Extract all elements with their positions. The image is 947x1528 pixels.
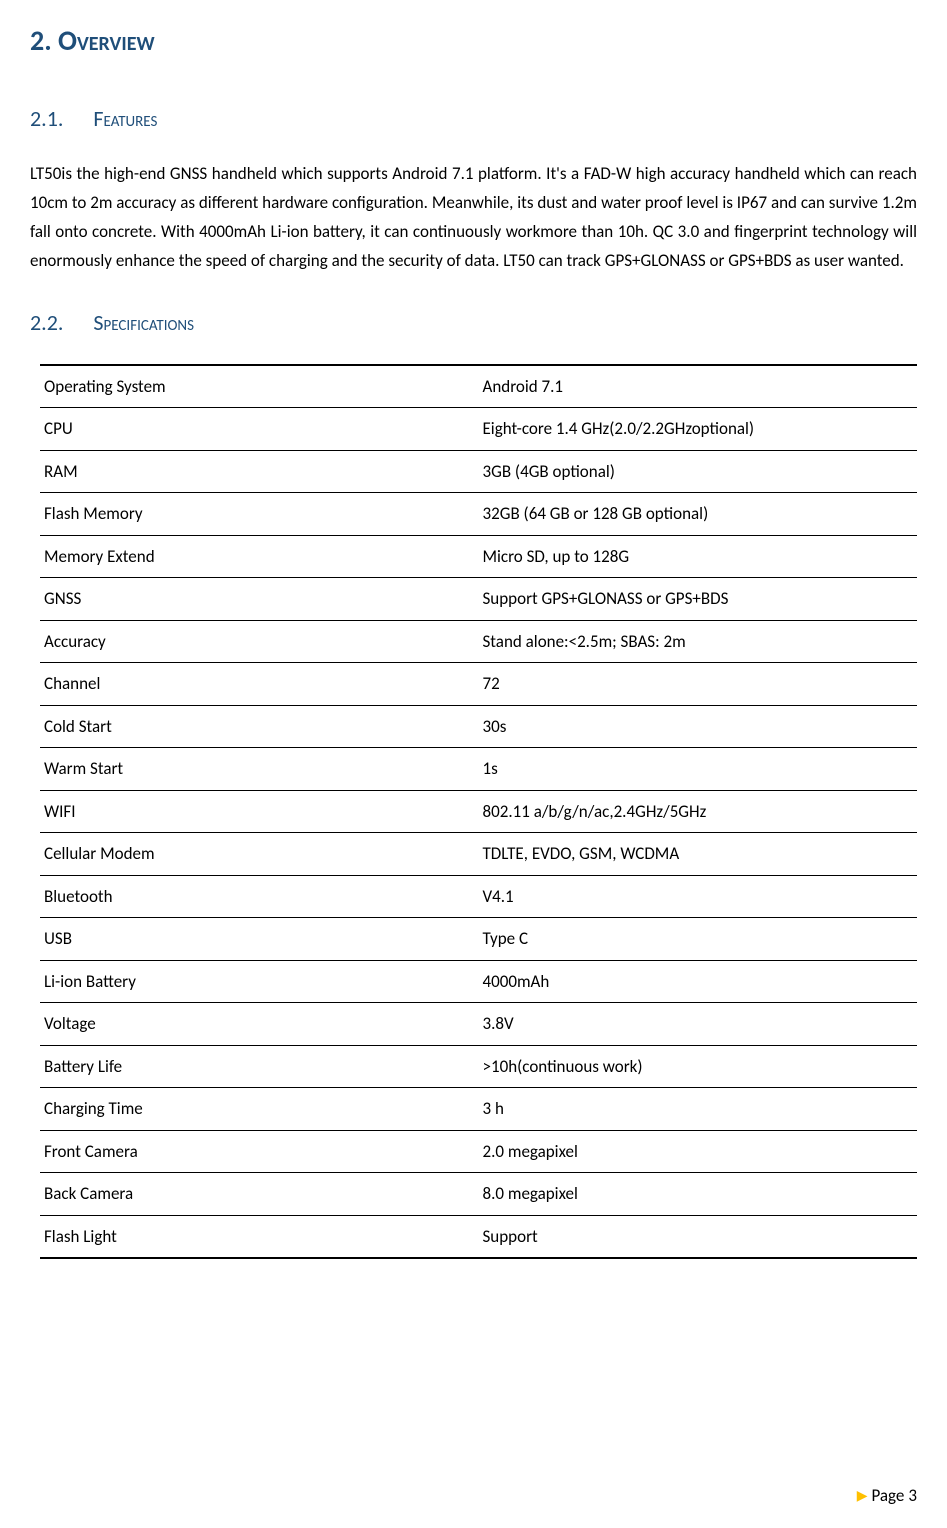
- table-row: Back Camera8.0 megapixel: [40, 1173, 917, 1216]
- spec-key: Flash Light: [40, 1215, 479, 1258]
- page-label: Page: [871, 1483, 904, 1509]
- spec-key: USB: [40, 918, 479, 961]
- spec-key: Charging Time: [40, 1088, 479, 1131]
- spec-value: 30s: [479, 705, 918, 748]
- spec-value: TDLTE, EVDO, GSM, WCDMA: [479, 833, 918, 876]
- table-row: GNSSSupport GPS+GLONASS or GPS+BDS: [40, 578, 917, 621]
- spec-key: Voltage: [40, 1003, 479, 1046]
- heading-level-2-specifications: 2.2. Specifications: [30, 306, 917, 339]
- heading-number: 2.: [30, 23, 52, 58]
- spec-value: Type C: [479, 918, 918, 961]
- table-row: Warm Start1s: [40, 748, 917, 791]
- spec-key: CPU: [40, 408, 479, 451]
- spec-value: 3.8V: [479, 1003, 918, 1046]
- table-row: Memory ExtendMicro SD, up to 128G: [40, 535, 917, 578]
- table-row: Battery Life>10h(continuous work): [40, 1045, 917, 1088]
- table-row: Operating SystemAndroid 7.1: [40, 365, 917, 408]
- table-row: Charging Time3 h: [40, 1088, 917, 1131]
- spec-value: Support: [479, 1215, 918, 1258]
- spec-key: Front Camera: [40, 1130, 479, 1173]
- spec-key: Operating System: [40, 365, 479, 408]
- spec-value: Stand alone:<2.5m; SBAS: 2m: [479, 620, 918, 663]
- page-footer: ▶ Page3: [857, 1483, 917, 1509]
- spec-key: GNSS: [40, 578, 479, 621]
- spec-value: V4.1: [479, 875, 918, 918]
- table-row: RAM3GB (4GB optional): [40, 450, 917, 493]
- table-row: Voltage3.8V: [40, 1003, 917, 1046]
- spec-key: Battery Life: [40, 1045, 479, 1088]
- spec-key: Bluetooth: [40, 875, 479, 918]
- spec-key: Flash Memory: [40, 493, 479, 536]
- spec-value: 72: [479, 663, 918, 706]
- heading-level-1: 2. Overview: [30, 20, 917, 62]
- spec-key: Cold Start: [40, 705, 479, 748]
- spec-key: Li-ion Battery: [40, 960, 479, 1003]
- spec-key: Back Camera: [40, 1173, 479, 1216]
- spec-key: Cellular Modem: [40, 833, 479, 876]
- spec-value: 8.0 megapixel: [479, 1173, 918, 1216]
- spec-value: Android 7.1: [479, 365, 918, 408]
- heading-title: Features: [93, 102, 157, 135]
- spec-value: 802.11 a/b/g/n/ac,2.4GHz/5GHz: [479, 790, 918, 833]
- spec-key: Memory Extend: [40, 535, 479, 578]
- table-row: Flash Memory32GB (64 GB or 128 GB option…: [40, 493, 917, 536]
- spec-value: Support GPS+GLONASS or GPS+BDS: [479, 578, 918, 621]
- spec-value: Micro SD, up to 128G: [479, 535, 918, 578]
- spec-key: Accuracy: [40, 620, 479, 663]
- heading-number: 2.1.: [30, 102, 63, 135]
- spec-key: Channel: [40, 663, 479, 706]
- heading-title: Specifications: [93, 306, 194, 339]
- table-row: CPUEight-core 1.4 GHz(2.0/2.2GHzoptional…: [40, 408, 917, 451]
- triangle-icon: ▶: [857, 1485, 868, 1506]
- spec-value: 3 h: [479, 1088, 918, 1131]
- spec-value: Eight-core 1.4 GHz(2.0/2.2GHzoptional): [479, 408, 918, 451]
- table-row: Front Camera2.0 megapixel: [40, 1130, 917, 1173]
- spec-value: 1s: [479, 748, 918, 791]
- table-row: USBType C: [40, 918, 917, 961]
- table-row: WIFI802.11 a/b/g/n/ac,2.4GHz/5GHz: [40, 790, 917, 833]
- spec-value: 4000mAh: [479, 960, 918, 1003]
- features-body-text: LT50is the high-end GNSS handheld which …: [30, 160, 917, 276]
- table-row: Cellular ModemTDLTE, EVDO, GSM, WCDMA: [40, 833, 917, 876]
- spec-value: 2.0 megapixel: [479, 1130, 918, 1173]
- heading-title: Overview: [58, 23, 155, 58]
- table-row: AccuracyStand alone:<2.5m; SBAS: 2m: [40, 620, 917, 663]
- table-row: Channel72: [40, 663, 917, 706]
- table-row: Li-ion Battery4000mAh: [40, 960, 917, 1003]
- table-row: BluetoothV4.1: [40, 875, 917, 918]
- spec-key: WIFI: [40, 790, 479, 833]
- table-row: Cold Start30s: [40, 705, 917, 748]
- spec-key: Warm Start: [40, 748, 479, 791]
- heading-number: 2.2.: [30, 306, 63, 339]
- specifications-table: Operating SystemAndroid 7.1CPUEight-core…: [40, 364, 917, 1260]
- table-row: Flash LightSupport: [40, 1215, 917, 1258]
- page-number: 3: [908, 1483, 917, 1509]
- spec-value: >10h(continuous work): [479, 1045, 918, 1088]
- spec-key: RAM: [40, 450, 479, 493]
- spec-value: 32GB (64 GB or 128 GB optional): [479, 493, 918, 536]
- spec-value: 3GB (4GB optional): [479, 450, 918, 493]
- heading-level-2-features: 2.1. Features: [30, 102, 917, 135]
